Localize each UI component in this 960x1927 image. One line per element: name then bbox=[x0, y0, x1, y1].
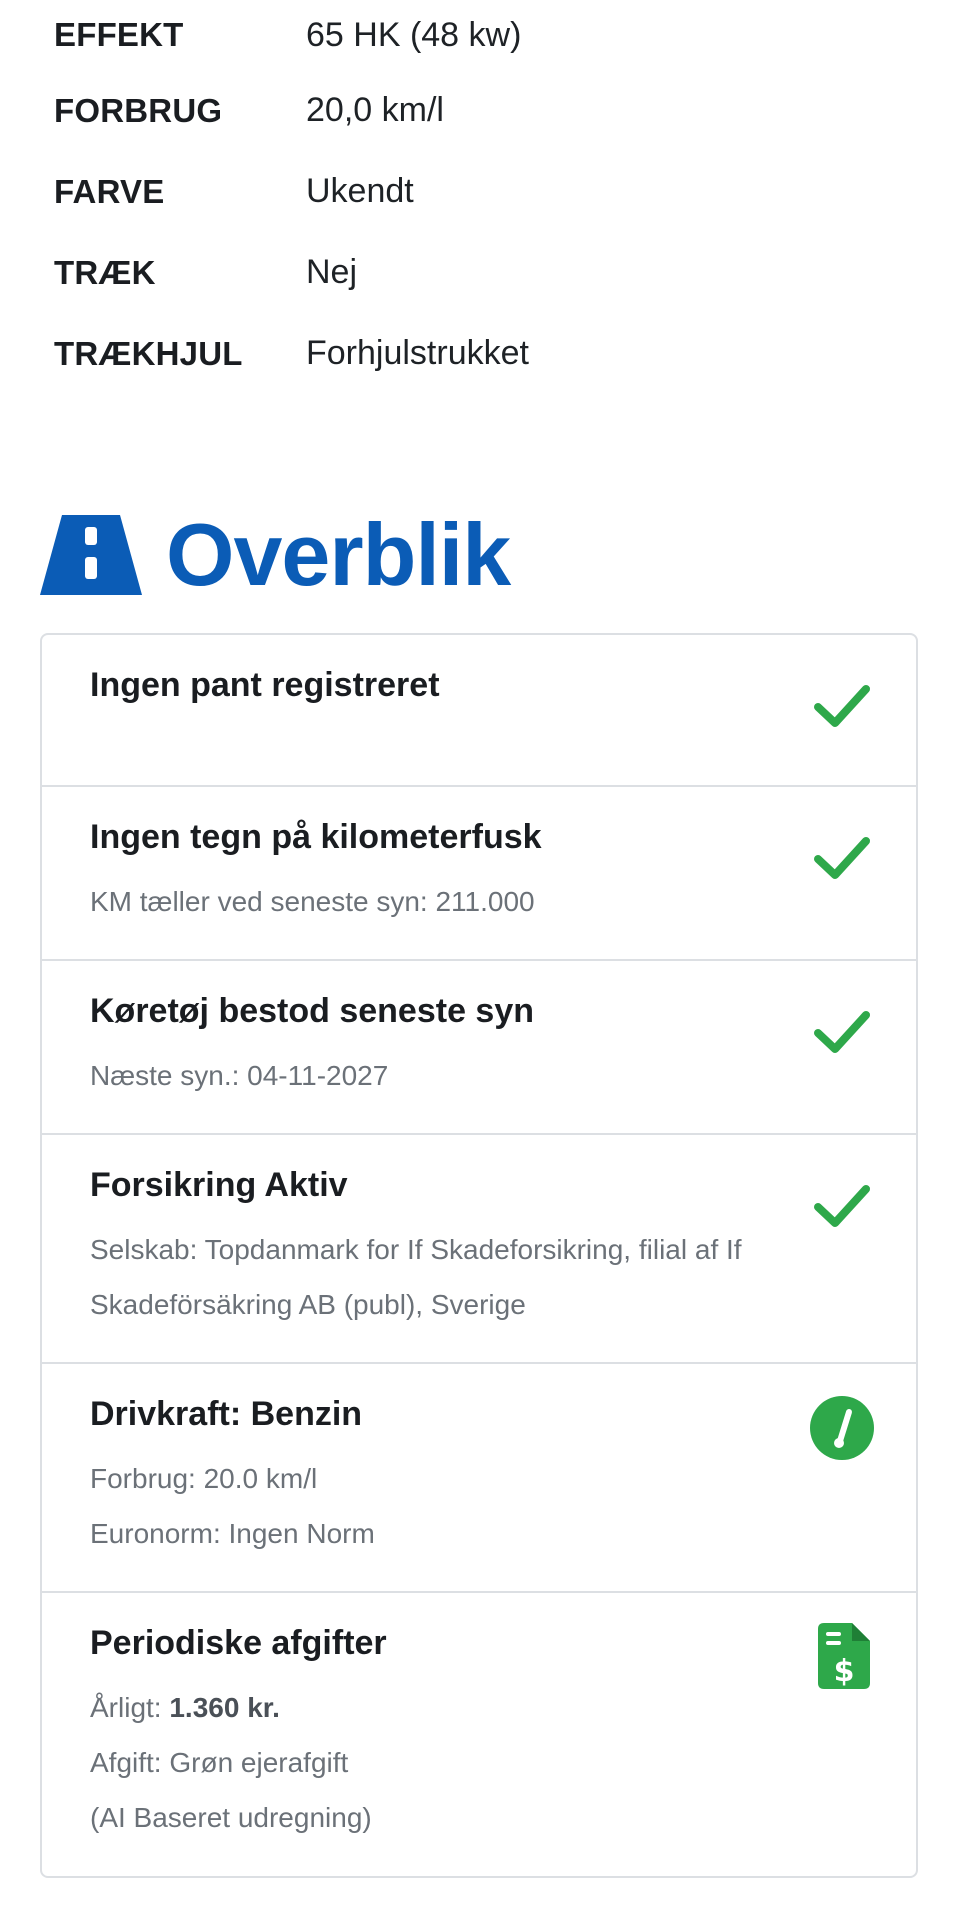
spec-row-traekhjul: TRÆKHJUL Forhjulstrukket bbox=[54, 313, 914, 394]
item-detail: Skadeförsäkring AB (publ), Sverige bbox=[90, 1289, 526, 1320]
spec-label: TRÆKHJUL bbox=[54, 334, 243, 372]
spec-row-traek: TRÆK Nej bbox=[54, 232, 914, 313]
item-details: Selskab: Topdanmark for If Skadeforsikri… bbox=[90, 1222, 796, 1332]
spec-value: 65 HK (48 kw) bbox=[306, 15, 522, 54]
list-item-pledge: Ingen pant registreret bbox=[42, 635, 916, 787]
spec-row-farve: FARVE Ukendt bbox=[54, 151, 914, 232]
spec-label: FORBRUG bbox=[54, 91, 223, 129]
overview-card: Ingen pant registreret Ingen tegn på kil… bbox=[40, 633, 918, 1878]
check-icon bbox=[814, 685, 870, 727]
item-title: Ingen pant registreret bbox=[90, 666, 440, 704]
spec-value: Forhjulstrukket bbox=[306, 334, 529, 372]
spec-label: TRÆK bbox=[54, 253, 156, 291]
item-detail: KM tæller ved seneste syn: 211.000 bbox=[90, 886, 535, 917]
page-title: Overblik bbox=[166, 505, 511, 604]
spec-row-effekt: EFFEKT 65 HK (48 kw) bbox=[54, 0, 914, 70]
spec-value: 20,0 km/l bbox=[306, 91, 444, 129]
item-detail: Næste syn.: 04-11-2027 bbox=[90, 1060, 389, 1091]
vehicle-specs: EFFEKT 65 HK (48 kw) FORBRUG 20,0 km/l F… bbox=[54, 0, 914, 394]
check-icon bbox=[814, 837, 870, 879]
item-details: KM tæller ved seneste syn: 211.000 bbox=[90, 874, 796, 929]
item-detail: (AI Baseret udregning) bbox=[90, 1802, 372, 1833]
annual-tax-amount: 1.360 kr. bbox=[169, 1692, 280, 1723]
item-details: Næste syn.: 04-11-2027 bbox=[90, 1048, 796, 1103]
item-details: Forbrug: 20.0 km/l Euronorm: Ingen Norm bbox=[90, 1451, 796, 1561]
spec-label: EFFEKT bbox=[54, 16, 184, 53]
check-icon bbox=[814, 1185, 870, 1227]
spec-value: Ukendt bbox=[306, 172, 414, 210]
check-icon bbox=[814, 1011, 870, 1053]
spec-value: Nej bbox=[306, 253, 358, 291]
overview-heading: Overblik bbox=[40, 505, 511, 605]
spec-label: FARVE bbox=[54, 172, 165, 210]
list-item-fuel: Drivkraft: Benzin Forbrug: 20.0 km/l Eur… bbox=[42, 1364, 916, 1593]
road-icon bbox=[40, 515, 142, 595]
item-detail: Afgift: Grøn ejerafgift bbox=[90, 1747, 349, 1778]
item-title: Køretøj bestod seneste syn bbox=[90, 992, 535, 1030]
list-item-taxes: Periodiske afgifter Årligt: 1.360 kr. Af… bbox=[42, 1593, 916, 1876]
item-title: Periodiske afgifter bbox=[90, 1624, 387, 1662]
invoice-dollar-icon: $ bbox=[818, 1623, 870, 1689]
spec-row-forbrug: FORBRUG 20,0 km/l bbox=[54, 70, 914, 151]
item-detail: Forbrug: 20.0 km/l bbox=[90, 1463, 318, 1494]
svg-text:$: $ bbox=[834, 1654, 855, 1689]
item-title: Forsikring Aktiv bbox=[90, 1166, 348, 1204]
item-title: Ingen tegn på kilometerfusk bbox=[90, 818, 542, 856]
annual-tax-label: Årligt: bbox=[90, 1692, 162, 1723]
item-detail: Euronorm: Ingen Norm bbox=[90, 1518, 375, 1549]
gauge-icon bbox=[810, 1396, 874, 1460]
list-item-odometer: Ingen tegn på kilometerfusk KM tæller ve… bbox=[42, 787, 916, 961]
list-item-inspection: Køretøj bestod seneste syn Næste syn.: 0… bbox=[42, 961, 916, 1135]
list-item-insurance: Forsikring Aktiv Selskab: Topdanmark for… bbox=[42, 1135, 916, 1364]
item-title: Drivkraft: Benzin bbox=[90, 1395, 363, 1433]
annual-tax: Årligt: 1.360 kr. bbox=[90, 1680, 796, 1735]
item-detail: Selskab: Topdanmark for If Skadeforsikri… bbox=[90, 1234, 742, 1265]
item-details: Årligt: 1.360 kr. Afgift: Grøn ejerafgif… bbox=[90, 1680, 796, 1845]
